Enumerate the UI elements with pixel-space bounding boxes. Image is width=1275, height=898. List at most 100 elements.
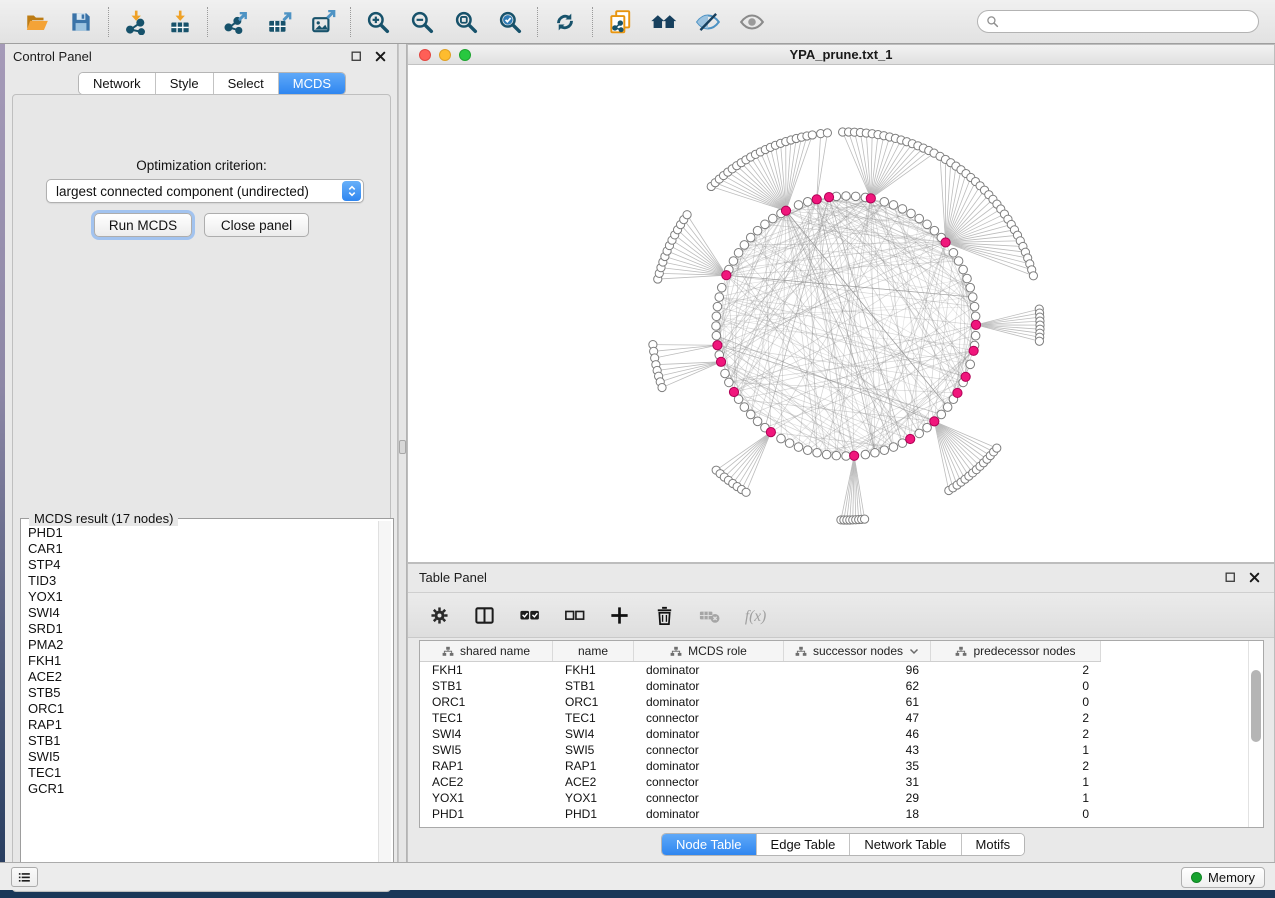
zoom-out-button[interactable] xyxy=(404,4,440,40)
close-panel-button[interactable]: Close panel xyxy=(204,213,309,237)
node[interactable] xyxy=(746,233,755,242)
node[interactable] xyxy=(753,226,762,235)
table-row[interactable]: SWI5SWI5connector431 xyxy=(420,742,1248,758)
node[interactable] xyxy=(842,452,851,461)
node[interactable] xyxy=(715,293,724,302)
node[interactable] xyxy=(803,446,812,455)
import-table-button[interactable] xyxy=(162,4,198,40)
satellite-node[interactable] xyxy=(993,444,1001,452)
tab-style[interactable]: Style xyxy=(155,73,213,94)
node[interactable] xyxy=(734,248,743,257)
node[interactable] xyxy=(937,410,946,419)
optimization-criterion-select[interactable]: largest connected component (undirected) xyxy=(46,179,364,203)
table-row[interactable]: YOX1YOX1connector291 xyxy=(420,790,1248,806)
mcds-result-node[interactable]: CAR1 xyxy=(28,541,378,557)
node[interactable] xyxy=(712,312,721,321)
satellite-node[interactable] xyxy=(860,515,868,523)
node[interactable] xyxy=(923,423,932,432)
node[interactable] xyxy=(753,417,762,426)
node[interactable] xyxy=(746,410,755,419)
zoom-selected-button[interactable] xyxy=(492,4,528,40)
table-row[interactable]: ACE2ACE2connector311 xyxy=(420,774,1248,790)
table-row[interactable]: TEC1TEC1connector472 xyxy=(420,710,1248,726)
task-history-button[interactable] xyxy=(11,867,38,887)
dominator-node[interactable] xyxy=(961,372,970,381)
tab-network-table[interactable]: Network Table xyxy=(849,834,960,855)
satellite-node[interactable] xyxy=(823,129,831,137)
node[interactable] xyxy=(721,369,730,378)
dominator-node[interactable] xyxy=(713,341,722,350)
tab-select[interactable]: Select xyxy=(213,73,278,94)
save-button[interactable] xyxy=(63,4,99,40)
settings-button[interactable] xyxy=(424,600,454,630)
dominator-node[interactable] xyxy=(866,194,875,203)
table-row[interactable]: SWI4SWI4dominator462 xyxy=(420,726,1248,742)
dominator-node[interactable] xyxy=(930,417,939,426)
dominator-node[interactable] xyxy=(971,320,980,329)
mcds-result-node[interactable]: PMA2 xyxy=(28,637,378,653)
table-row[interactable]: FKH1FKH1dominator962 xyxy=(420,662,1248,678)
mcds-result-node[interactable]: PHD1 xyxy=(28,525,378,541)
import-network-button[interactable] xyxy=(118,4,154,40)
column-header-MCDS-role[interactable]: MCDS role xyxy=(634,641,784,661)
column-header-successor-nodes[interactable]: successor nodes xyxy=(784,641,931,661)
tab-node-table[interactable]: Node Table xyxy=(662,834,756,855)
node[interactable] xyxy=(822,450,831,459)
refresh-button[interactable] xyxy=(547,4,583,40)
node[interactable] xyxy=(785,439,794,448)
table-row[interactable]: ORC1ORC1dominator610 xyxy=(420,694,1248,710)
node[interactable] xyxy=(889,443,898,452)
dominator-node[interactable] xyxy=(716,357,725,366)
node[interactable] xyxy=(959,265,968,274)
node[interactable] xyxy=(768,214,777,223)
node[interactable] xyxy=(943,403,952,412)
table-scrollbar-thumb[interactable] xyxy=(1251,670,1261,742)
node[interactable] xyxy=(930,226,939,235)
node[interactable] xyxy=(717,283,726,292)
tab-edge-table[interactable]: Edge Table xyxy=(756,834,850,855)
node[interactable] xyxy=(970,302,979,311)
dominator-node[interactable] xyxy=(766,427,775,436)
table-row[interactable]: RAP1RAP1dominator352 xyxy=(420,758,1248,774)
show-button[interactable] xyxy=(734,4,770,40)
dominator-node[interactable] xyxy=(953,388,962,397)
mcds-result-node[interactable]: ACE2 xyxy=(28,669,378,685)
node[interactable] xyxy=(861,450,870,459)
node[interactable] xyxy=(889,201,898,210)
mcds-result-node[interactable]: FKH1 xyxy=(28,653,378,669)
export-table-button[interactable] xyxy=(261,4,297,40)
node[interactable] xyxy=(740,403,749,412)
mcds-result-node[interactable]: SWI5 xyxy=(28,749,378,765)
mcds-result-node[interactable]: GCR1 xyxy=(28,781,378,797)
node[interactable] xyxy=(971,312,980,321)
node[interactable] xyxy=(971,331,980,340)
node[interactable] xyxy=(794,201,803,210)
mcds-result-node[interactable]: YOX1 xyxy=(28,589,378,605)
node[interactable] xyxy=(713,302,722,311)
zoom-in-button[interactable] xyxy=(360,4,396,40)
column-header-predecessor-nodes[interactable]: predecessor nodes xyxy=(931,641,1101,661)
node[interactable] xyxy=(842,192,851,201)
dominator-node[interactable] xyxy=(906,434,915,443)
mcds-result-node[interactable]: SRD1 xyxy=(28,621,378,637)
dominator-node[interactable] xyxy=(781,206,790,215)
dominator-node[interactable] xyxy=(850,451,859,460)
vertical-splitter[interactable] xyxy=(398,44,407,862)
node[interactable] xyxy=(725,378,734,387)
satellite-node[interactable] xyxy=(658,383,666,391)
node[interactable] xyxy=(923,220,932,229)
export-network-button[interactable] xyxy=(217,4,253,40)
satellite-node[interactable] xyxy=(683,211,691,219)
node[interactable] xyxy=(968,293,977,302)
add-column-button[interactable] xyxy=(604,600,634,630)
export-image-button[interactable] xyxy=(305,4,341,40)
dominator-node[interactable] xyxy=(722,271,731,280)
mcds-result-node[interactable]: STB5 xyxy=(28,685,378,701)
column-header-name[interactable]: name xyxy=(553,641,634,661)
node[interactable] xyxy=(729,257,738,266)
delete-column-button[interactable] xyxy=(649,600,679,630)
close-panel-icon[interactable] xyxy=(372,48,389,65)
node[interactable] xyxy=(880,446,889,455)
open-button[interactable] xyxy=(19,4,55,40)
network-canvas-svg[interactable] xyxy=(408,65,1274,562)
